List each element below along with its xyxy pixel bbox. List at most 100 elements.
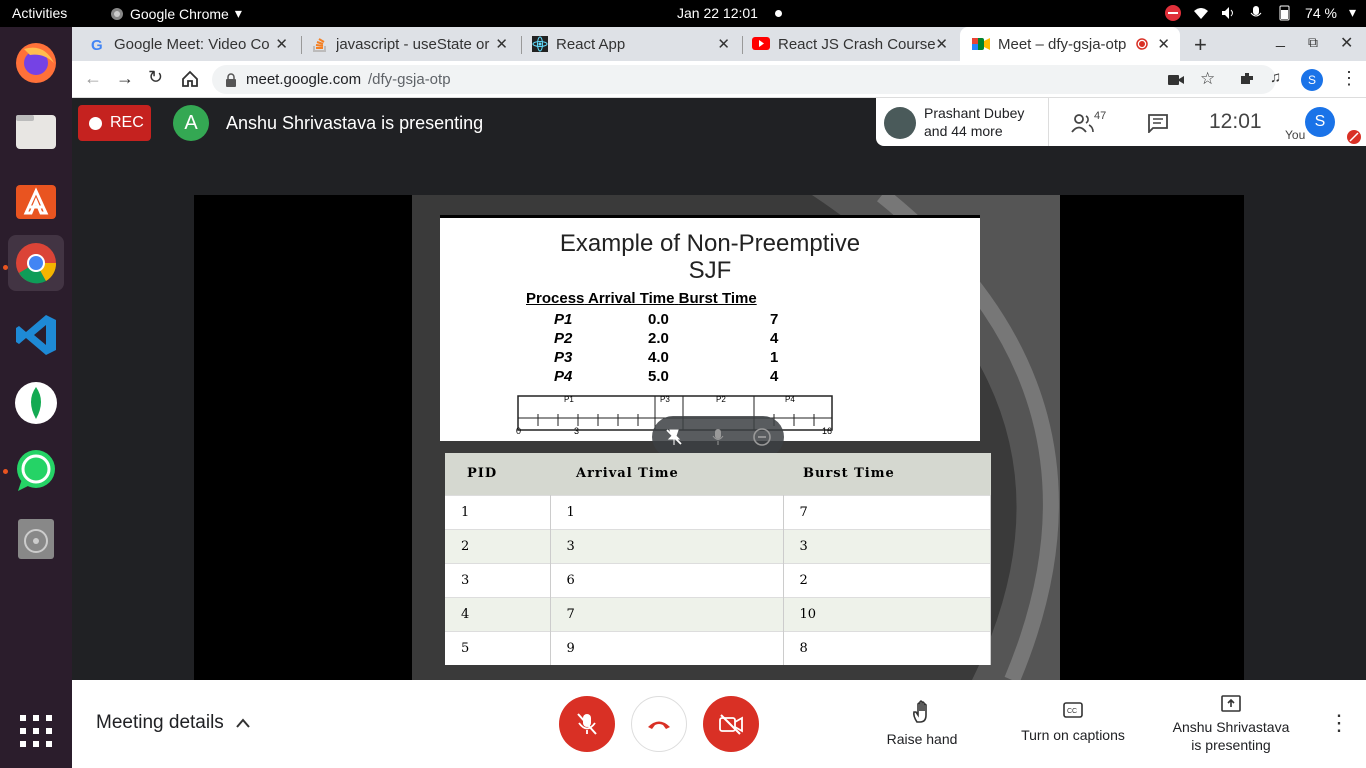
table-cell: 4 xyxy=(445,596,551,631)
people-icon[interactable] xyxy=(1071,113,1095,133)
recording-badge: REC xyxy=(78,105,151,141)
meeting-details-button[interactable]: Meeting details xyxy=(96,712,250,734)
slide-cell: P3 xyxy=(554,349,573,366)
mute-icon[interactable] xyxy=(711,428,725,446)
slide-process-column: P1 P2 P3 P4 xyxy=(554,310,572,386)
meet-bottom-bar: Meeting details Raise hand CC Turn on ca… xyxy=(72,680,1366,768)
close-icon[interactable]: ✕ xyxy=(717,35,730,53)
svg-text:G: G xyxy=(91,37,103,52)
close-icon[interactable]: ✕ xyxy=(275,35,288,53)
table-header-cell: Burst Time xyxy=(783,453,991,495)
media-control-icon[interactable]: ♫ xyxy=(1270,69,1281,86)
activities-button[interactable]: Activities xyxy=(12,5,67,21)
meeting-details-label: Meeting details xyxy=(96,712,224,733)
camera-toggle-button[interactable] xyxy=(703,696,759,752)
dock-mongodb-compass[interactable] xyxy=(8,375,64,431)
presentation-status-button[interactable]: Anshu Shrivastava is presenting xyxy=(1162,695,1300,754)
table-cell: 9 xyxy=(550,630,784,665)
slide-cell: 4 xyxy=(770,330,779,347)
new-tab-button[interactable]: + xyxy=(1194,32,1207,58)
raise-hand-button[interactable]: Raise hand xyxy=(878,700,966,747)
table-header-cell: Arrival Time xyxy=(550,453,783,495)
hang-up-icon xyxy=(648,721,670,729)
bookmark-star-icon[interactable]: ☆ xyxy=(1200,69,1215,89)
presentation-overlay-controls xyxy=(652,416,784,458)
chrome-menu-icon[interactable]: ⋮ xyxy=(1340,68,1358,89)
dock-chrome[interactable] xyxy=(8,235,64,291)
lock-icon xyxy=(226,73,236,87)
system-top-bar: Activities Google Chrome ▾ Jan 22 12:01 … xyxy=(0,0,1366,27)
tab-strip: G Google Meet: Video Co ✕ javascript - u… xyxy=(72,27,1366,61)
extensions-icon[interactable] xyxy=(1239,71,1255,87)
dock-disk[interactable] xyxy=(8,511,64,567)
battery-level: 74 % xyxy=(1305,4,1337,21)
table-cell: 2 xyxy=(783,562,991,597)
table-cell: 2 xyxy=(445,528,551,563)
leave-call-button[interactable] xyxy=(631,696,687,752)
meet-info-panel: Prashant Dubey and 44 more 47 12:01 You … xyxy=(876,98,1366,146)
clock[interactable]: Jan 22 12:01 xyxy=(677,5,758,21)
table-row: 2 3 3 xyxy=(445,528,991,563)
table-cell: 8 xyxy=(783,630,991,665)
system-tray[interactable]: 74 % ▾ xyxy=(1165,4,1356,21)
slide-cell: 7 xyxy=(770,311,779,328)
chat-icon[interactable] xyxy=(1147,113,1169,133)
gantt-label: P3 xyxy=(660,395,670,404)
close-icon[interactable]: ✕ xyxy=(935,35,948,53)
close-icon[interactable]: ✕ xyxy=(1157,35,1170,53)
chevron-down-icon: ▾ xyxy=(234,5,242,21)
close-window-button[interactable]: ✕ xyxy=(1340,33,1353,53)
back-button[interactable]: ← xyxy=(84,68,102,89)
slide-title-line1: Example of Non-Preemptive xyxy=(559,230,861,257)
camera-off-icon xyxy=(719,714,743,735)
minimize-button[interactable]: _ xyxy=(1276,31,1285,49)
table-cell: 1 xyxy=(550,494,784,529)
tab-google-meet[interactable]: G Google Meet: Video Co ✕ xyxy=(90,27,298,61)
dock-whatsapp[interactable] xyxy=(8,443,64,499)
tab-meet-active[interactable]: Meet – dfy-gsja-otp ✕ xyxy=(960,27,1180,61)
dock-files[interactable] xyxy=(8,103,64,159)
process-table: PID Arrival Time Burst Time 1 1 7 2 3 3 xyxy=(445,453,991,665)
more-options-icon[interactable]: ⋮ xyxy=(1328,710,1350,736)
app-menu[interactable]: Google Chrome ▾ xyxy=(110,5,242,22)
gantt-axis-label: 16 xyxy=(822,426,833,436)
slide-cell: 1 xyxy=(770,349,779,366)
reload-button[interactable]: ↻ xyxy=(148,67,163,88)
home-icon[interactable] xyxy=(181,70,199,88)
pin-off-icon[interactable] xyxy=(665,428,683,446)
forward-button[interactable]: → xyxy=(116,68,134,89)
captions-button[interactable]: CC Turn on captions xyxy=(1008,702,1138,743)
meeting-time: 12:01 xyxy=(1209,110,1262,133)
dock-software[interactable] xyxy=(8,171,64,227)
chrome-small-icon xyxy=(111,7,123,20)
url-path: /dfy-gsja-otp xyxy=(368,71,451,88)
slide-arrival-column: 0.0 2.0 4.0 5.0 xyxy=(648,310,669,386)
dock-firefox[interactable] xyxy=(8,35,64,91)
tab-stackoverflow[interactable]: javascript - useState or ✕ xyxy=(312,27,518,61)
mongodb-icon xyxy=(15,382,57,424)
chevron-down-icon: ▾ xyxy=(1348,4,1356,20)
profile-avatar[interactable]: S xyxy=(1301,69,1323,91)
tab-youtube[interactable]: React JS Crash Course ✕ xyxy=(752,27,958,61)
show-applications-button[interactable] xyxy=(8,703,64,759)
mic-off-icon xyxy=(1347,130,1361,144)
tab-react-app[interactable]: React App ✕ xyxy=(532,27,740,61)
microphone-toggle-button[interactable] xyxy=(559,696,615,752)
close-icon[interactable]: ✕ xyxy=(495,35,508,53)
slide-cell: 2.0 xyxy=(648,330,669,347)
remove-icon[interactable] xyxy=(752,427,772,447)
presenting-line2: is presenting xyxy=(1191,737,1271,753)
disk-icon xyxy=(18,519,54,559)
self-avatar[interactable]: S xyxy=(1305,107,1335,137)
captions-label: Turn on captions xyxy=(1021,727,1125,743)
gantt-label: P1 xyxy=(564,395,574,404)
wifi-icon xyxy=(1194,7,1209,19)
camera-icon[interactable] xyxy=(1168,74,1184,86)
dock-vscode[interactable] xyxy=(8,307,64,363)
maximize-button[interactable]: ⧉ xyxy=(1308,34,1318,51)
address-bar[interactable]: meet.google.com /dfy-gsja-otp ☆ xyxy=(212,65,1276,94)
stackoverflow-icon xyxy=(313,38,326,52)
slide-cell: P2 xyxy=(554,330,573,347)
volume-icon xyxy=(1222,6,1234,19)
browser-toolbar: ← → ↻ meet.google.com /dfy-gsja-otp ☆ ♫ … xyxy=(72,61,1366,98)
